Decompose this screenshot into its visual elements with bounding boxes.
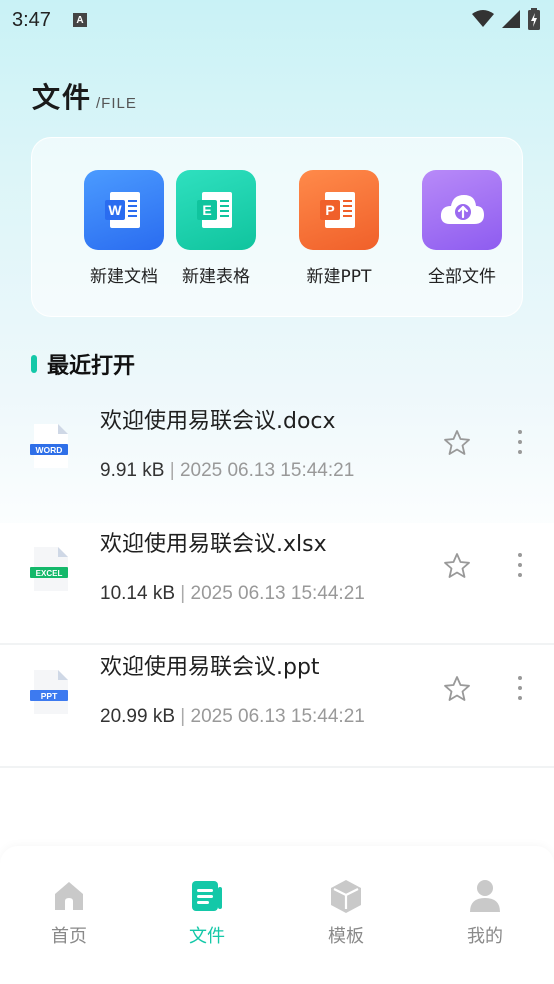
ppt-badge-text: PPT (41, 691, 58, 701)
tab-home[interactable]: 首页 (29, 878, 109, 948)
star-icon[interactable] (442, 674, 472, 704)
file-meta: 10.14 kB | 2025 06.13 15:44:21 (100, 583, 365, 605)
file-name: 欢迎使用易联会议.ppt (100, 655, 320, 680)
new-spreadsheet-button[interactable]: E 新建表格 (161, 170, 271, 287)
file-date: 2025 06.13 15:44:21 (190, 706, 365, 727)
bottom-tab-bar: 首页 文件 模板 我的 (0, 846, 554, 984)
file-date: 2025 06.13 15:44:21 (190, 583, 365, 604)
status-time: 3:47 (12, 8, 51, 31)
tab-files-label: 文件 (189, 926, 225, 947)
svg-text:W: W (108, 202, 122, 218)
file-size: 9.91 kB (100, 460, 165, 481)
cloud-upload-icon (422, 170, 502, 250)
signal-icon (502, 10, 520, 28)
file-row-xlsx[interactable]: EXCEL 欢迎使用易联会议.xlsx 10.14 kB | 2025 06.1… (0, 523, 554, 645)
file-size: 10.14 kB (100, 583, 175, 604)
file-row-ppt[interactable]: PPT 欢迎使用易联会议.ppt 20.99 kB | 2025 06.13 1… (0, 646, 554, 768)
status-bar: 3:47 A (0, 0, 554, 40)
more-options-icon[interactable] (508, 672, 532, 704)
ppt-file-icon: PPT (30, 670, 68, 714)
word-file-icon: WORD (30, 424, 68, 468)
new-ppt-button[interactable]: P 新建PPT (284, 170, 394, 287)
file-name: 欢迎使用易联会议.xlsx (100, 532, 327, 557)
page-header: 文件 /FILE (32, 76, 137, 116)
quick-actions-card: W 新建文档 E 新建表格 P 新建PPT 全部文件 (31, 137, 523, 317)
profile-icon (470, 880, 500, 912)
ppt-slides-icon: P (299, 170, 379, 250)
file-meta: 20.99 kB | 2025 06.13 15:44:21 (100, 706, 365, 728)
excel-file-icon: EXCEL (30, 547, 68, 591)
notification-icon: A (72, 13, 87, 27)
tab-home-label: 首页 (51, 926, 87, 947)
home-icon (55, 882, 83, 910)
tab-profile[interactable]: 我的 (445, 878, 525, 948)
excel-badge-text: EXCEL (36, 569, 63, 578)
svg-text:E: E (202, 202, 211, 218)
star-icon[interactable] (442, 551, 472, 581)
wifi-icon (472, 10, 494, 27)
tab-templates-label: 模板 (328, 926, 364, 947)
tab-templates[interactable]: 模板 (306, 878, 386, 948)
excel-sheet-icon: E (176, 170, 256, 250)
file-date: 2025 06.13 15:44:21 (179, 460, 355, 481)
meta-separator: | (175, 583, 191, 604)
file-row-docx[interactable]: WORD 欢迎使用易联会议.docx 9.91 kB | 2025 06.13 … (0, 400, 554, 522)
tab-files[interactable]: 文件 (167, 878, 247, 948)
recent-section-header: 最近打开 (31, 348, 135, 380)
meta-separator: | (164, 460, 180, 481)
tab-profile-label: 我的 (467, 926, 503, 947)
template-cube-icon (331, 880, 361, 913)
battery-icon (528, 8, 540, 30)
star-icon[interactable] (442, 428, 472, 458)
file-size: 20.99 kB (100, 706, 175, 727)
status-indicators (472, 8, 540, 30)
section-accent-bar (31, 355, 37, 373)
page-title: 文件 (32, 81, 93, 114)
word-badge-text: WORD (36, 445, 63, 455)
word-doc-icon: W (84, 170, 164, 250)
page-subtitle: /FILE (96, 95, 137, 112)
recent-section-title: 最近打开 (47, 354, 136, 379)
file-name: 欢迎使用易联会议.docx (100, 409, 336, 434)
new-document-label: 新建文档 (90, 267, 158, 287)
all-files-label: 全部文件 (428, 267, 496, 287)
all-files-button[interactable]: 全部文件 (407, 170, 517, 287)
meta-separator: | (175, 706, 191, 727)
svg-text:P: P (325, 202, 334, 218)
file-icon (192, 881, 222, 911)
new-ppt-label: 新建PPT (306, 267, 372, 287)
more-options-icon[interactable] (508, 549, 532, 581)
more-options-icon[interactable] (508, 426, 532, 458)
file-meta: 9.91 kB | 2025 06.13 15:44:21 (100, 460, 354, 482)
new-spreadsheet-label: 新建表格 (182, 267, 250, 287)
